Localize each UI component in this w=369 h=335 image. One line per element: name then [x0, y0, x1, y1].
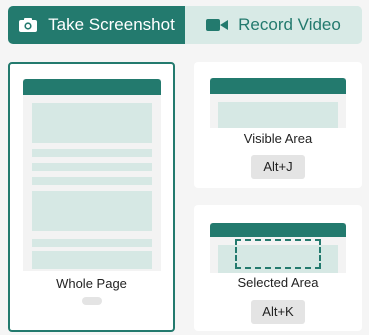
preview-header-bar	[210, 223, 346, 237]
capture-mode-tabs: Take Screenshot Record Video	[8, 6, 362, 44]
preview-block	[218, 102, 338, 128]
preview-header-bar	[210, 78, 346, 94]
whole-page-label: Whole Page	[56, 276, 127, 291]
preview-block	[32, 103, 152, 143]
preview-block	[32, 251, 152, 269]
preview-block	[32, 177, 152, 185]
whole-page-shortcut-badge	[82, 297, 102, 305]
selected-area-preview	[210, 223, 346, 273]
selected-area-option[interactable]: Selected Area Alt+K	[194, 205, 362, 331]
visible-area-shortcut-badge: Alt+J	[251, 155, 305, 179]
visible-area-label: Visible Area	[243, 131, 313, 146]
visible-area-preview	[210, 78, 346, 128]
tab-record-video[interactable]: Record Video	[185, 6, 362, 44]
preview-block	[32, 163, 152, 171]
whole-page-preview	[23, 79, 161, 271]
preview-header-bar	[23, 79, 161, 95]
tab-take-screenshot-label: Take Screenshot	[48, 15, 175, 34]
camera-icon	[18, 17, 38, 33]
tab-record-video-label: Record Video	[238, 15, 341, 34]
selected-area-shortcut-badge: Alt+K	[251, 300, 305, 324]
video-camera-icon	[206, 18, 229, 32]
preview-block	[32, 239, 152, 247]
tab-take-screenshot[interactable]: Take Screenshot	[8, 6, 185, 44]
visible-area-option[interactable]: Visible Area Alt+J	[194, 62, 362, 188]
whole-page-option[interactable]: Whole Page	[8, 62, 175, 332]
preview-block	[32, 149, 152, 157]
preview-block	[32, 191, 152, 231]
selection-marquee	[235, 239, 321, 269]
selected-area-label: Selected Area	[237, 275, 319, 290]
